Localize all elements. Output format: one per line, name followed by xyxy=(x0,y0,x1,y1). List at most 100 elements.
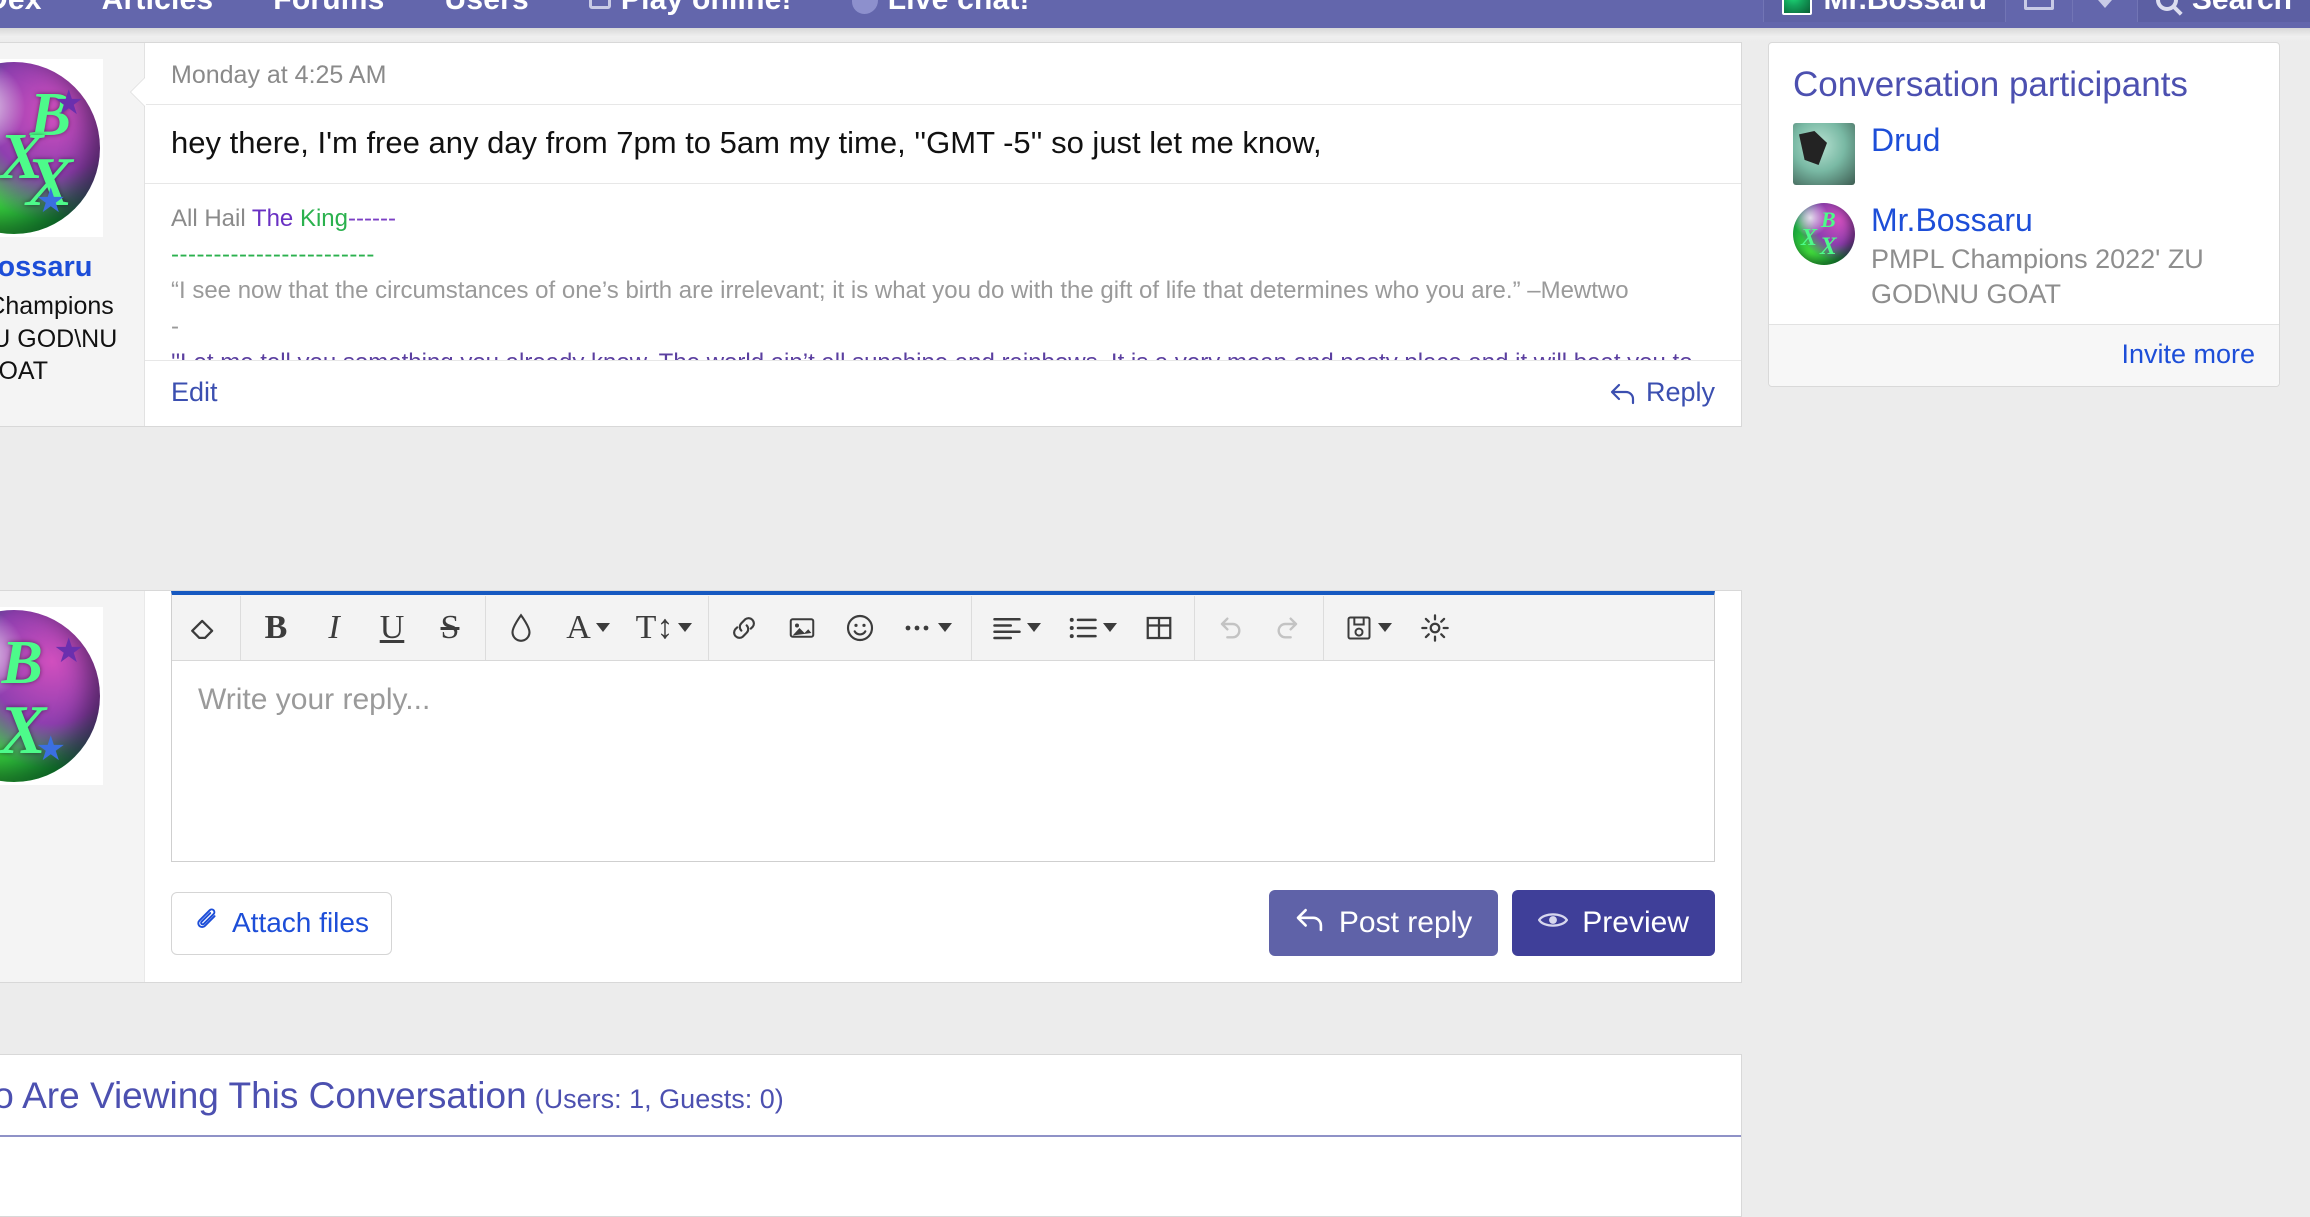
avatar-letter-x2: X xyxy=(1820,233,1837,260)
toolbar-separator xyxy=(971,595,972,660)
image-icon[interactable] xyxy=(773,596,831,660)
conversation-message: B X X ★ ★ ★ ★ Mr.Bossaru PMPL Champions … xyxy=(0,42,1742,427)
italic-icon[interactable]: I xyxy=(305,596,363,660)
nav-inbox-button[interactable] xyxy=(2004,0,2072,22)
paperclip-icon xyxy=(194,907,220,940)
nav-primary-links: Dex Articles Forums Users Play online! L… xyxy=(0,0,1060,22)
underline-icon[interactable]: U xyxy=(363,596,421,660)
link-icon[interactable] xyxy=(715,596,773,660)
reply-label: Reply xyxy=(1645,377,1715,407)
text-color-icon[interactable] xyxy=(492,596,550,660)
signature-hail-line: All Hail The King------ xyxy=(171,202,1715,236)
remove-formatting-icon[interactable] xyxy=(176,596,234,660)
page-content: B X X ★ ★ ★ ★ Mr.Bossaru PMPL Champions … xyxy=(0,42,2310,1217)
italic-glyph: I xyxy=(328,608,340,646)
viewers-block: s Who Are Viewing This Conversation(User… xyxy=(0,1054,1742,1217)
top-navigation-bar: Dex Articles Forums Users Play online! L… xyxy=(0,0,2310,28)
invite-more-button[interactable]: Invite more xyxy=(2121,339,2255,369)
list-icon[interactable] xyxy=(1054,596,1130,660)
chevron-down-icon xyxy=(1377,623,1392,632)
toolbar-separator xyxy=(1323,595,1324,660)
nav-alerts-button[interactable] xyxy=(2071,0,2137,22)
font-size-glyph: T↕ xyxy=(635,608,674,646)
message-text: hey there, I'm free any day from 7pm to … xyxy=(145,105,1741,184)
nav-item-articles[interactable]: Articles xyxy=(72,0,244,22)
participants-title: Conversation participants xyxy=(1793,65,2188,104)
smilies-icon[interactable] xyxy=(831,596,889,660)
viewers-list: ssaru xyxy=(0,1137,1741,1216)
table-icon[interactable] xyxy=(1130,596,1188,660)
nav-account-menu[interactable]: Mr.Bossaru xyxy=(1762,0,2005,22)
nav-item-forums[interactable]: Forums xyxy=(243,0,414,22)
nav-item-label: Forums xyxy=(273,0,384,16)
avatar xyxy=(1781,0,1812,15)
redo-icon[interactable] xyxy=(1259,596,1317,660)
nav-item-label: Play online! xyxy=(621,0,792,16)
message-actions: Edit Reply xyxy=(145,360,1741,426)
nav-item-dex[interactable]: Dex xyxy=(0,0,72,22)
participants-footer: Invite more xyxy=(1769,324,2279,387)
conversation-participants-panel: Conversation participants Drud B X X Mr.… xyxy=(1768,42,2280,388)
participant-name[interactable]: Mr.Bossaru xyxy=(1871,202,2255,238)
nav-item-label: Live chat! xyxy=(888,0,1030,16)
font-family-icon[interactable]: A xyxy=(550,596,626,660)
message-author-title: PMPL Champions 2022' ZU GOD\NU GOAT xyxy=(0,292,118,385)
toolbar-separator xyxy=(485,595,486,660)
nav-item-play-online[interactable]: Play online! xyxy=(559,0,822,22)
signature-hail: All Hail xyxy=(171,205,252,232)
nav-search-button[interactable]: Search xyxy=(2136,0,2310,22)
nav-item-users[interactable]: Users xyxy=(415,0,559,22)
underline-glyph: U xyxy=(379,608,405,646)
bossaru-avatar[interactable]: B X X xyxy=(1793,203,1855,265)
participant-title: PMPL Champions 2022' ZU GOD\NU GOAT xyxy=(1871,244,2204,310)
reply-textarea[interactable]: Write your reply... xyxy=(172,661,1714,861)
envelope-icon xyxy=(2023,0,2054,10)
editor-footer: Attach files Post reply Preview xyxy=(171,862,1715,982)
nav-search-label: Search xyxy=(2192,0,2292,17)
reply-button[interactable]: Reply xyxy=(1610,377,1715,408)
participant-name[interactable]: Drud xyxy=(1871,122,1940,158)
drud-avatar[interactable] xyxy=(1793,123,1855,185)
editor-main: B I U S A T↕ Write your reply... Attach … xyxy=(145,591,1741,982)
chevron-down-icon xyxy=(595,623,610,632)
drafts-icon[interactable] xyxy=(1330,596,1406,660)
bold-glyph: B xyxy=(264,608,288,646)
reply-editor-block: B X X ★ ★ ★ ★ B I U xyxy=(0,590,1742,983)
settings-gear-icon[interactable] xyxy=(1406,596,1464,660)
signature-dash: - xyxy=(171,313,179,341)
viewers-title: s Who Are Viewing This Conversation xyxy=(0,1075,527,1116)
nav-item-label: Dex xyxy=(0,0,42,16)
post-reply-button[interactable]: Post reply xyxy=(1268,890,1499,956)
font-family-glyph: A xyxy=(566,608,591,646)
preview-label: Preview xyxy=(1582,906,1689,939)
more-options-icon[interactable] xyxy=(889,596,965,660)
signature-rocky-quote: ''Let me tell you something you already … xyxy=(171,346,1715,360)
align-icon[interactable] xyxy=(978,596,1054,660)
bold-icon[interactable]: B xyxy=(247,596,305,660)
toolbar-separator xyxy=(708,595,709,660)
bell-icon xyxy=(2090,0,2119,8)
undo-icon[interactable] xyxy=(1201,596,1259,660)
chevron-down-icon xyxy=(1102,623,1117,632)
avatar[interactable]: B X X ★ ★ ★ ★ xyxy=(0,607,103,785)
avatar[interactable]: B X X ★ ★ ★ ★ xyxy=(0,59,103,237)
preview-button[interactable]: Preview xyxy=(1512,890,1715,956)
strikethrough-icon[interactable]: S xyxy=(421,596,479,660)
signature-king: King xyxy=(299,205,348,232)
editor-action-buttons: Post reply Preview xyxy=(1268,890,1715,956)
message-timestamp[interactable]: Monday at 4:25 AM xyxy=(145,43,1741,105)
attach-files-button[interactable]: Attach files xyxy=(171,891,392,955)
viewers-title-row: s Who Are Viewing This Conversation(User… xyxy=(0,1055,1741,1137)
toolbar-separator xyxy=(240,595,241,660)
reply-arrow-icon xyxy=(1295,906,1325,940)
message-pointer xyxy=(131,77,146,107)
edit-button[interactable]: Edit xyxy=(171,377,218,408)
nav-secondary-links: Mr.Bossaru Search xyxy=(1762,0,2310,22)
viewers-count: (Users: 1, Guests: 0) xyxy=(534,1084,784,1114)
nav-account-label: Mr.Bossaru xyxy=(1824,0,1987,17)
editor-frame: B I U S A T↕ Write your reply... xyxy=(171,591,1715,862)
chat-icon xyxy=(851,0,878,15)
font-size-icon[interactable]: T↕ xyxy=(626,596,702,660)
nav-item-live-chat[interactable]: Live chat! xyxy=(822,0,1060,22)
message-author-name[interactable]: Mr.Bossaru xyxy=(0,251,130,284)
